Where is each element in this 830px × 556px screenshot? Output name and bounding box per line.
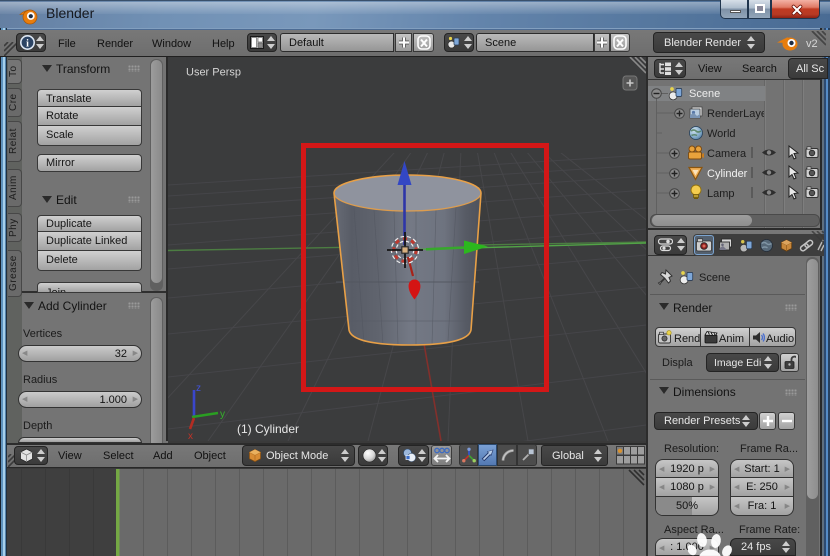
- svg-text:(1) Cylinder: (1) Cylinder: [237, 422, 299, 436]
- svg-text:y: y: [220, 409, 225, 420]
- svg-text:z: z: [196, 383, 201, 394]
- svg-text:x: x: [188, 431, 193, 441]
- svg-text:i: i: [26, 38, 29, 49]
- svg-text:User Persp: User Persp: [186, 67, 241, 79]
